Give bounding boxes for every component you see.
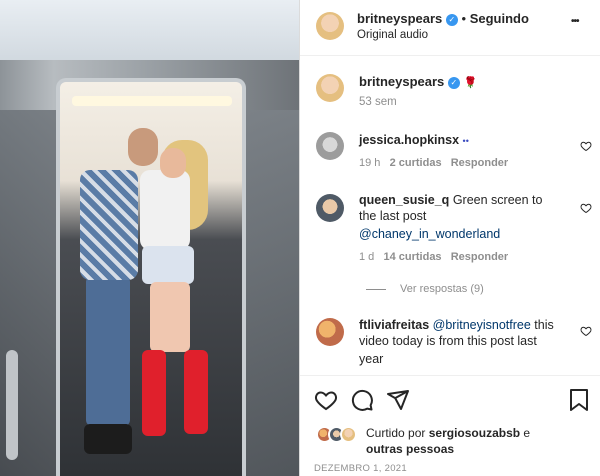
door-light — [72, 96, 232, 106]
post-sidebar: britneyspears ✓ • Seguindo Original audi… — [299, 0, 600, 476]
sky-background — [0, 0, 299, 66]
verified-icon: ✓ — [445, 13, 458, 26]
caption-avatar[interactable] — [316, 74, 344, 102]
reply-button[interactable]: Responder — [451, 157, 508, 169]
red-boot-right — [184, 350, 208, 434]
comment-avatar[interactable] — [316, 318, 344, 346]
comment-likes[interactable]: 2 curtidas — [390, 157, 442, 169]
comment-username[interactable]: ftliviafreitas — [359, 318, 429, 332]
likes-prefix: Curtido por — [366, 426, 426, 440]
comment-text: Green screen to — [452, 193, 543, 207]
rose-emoji: 🌹 — [463, 77, 478, 89]
post-header: britneyspears ✓ • Seguindo Original audi… — [300, 0, 600, 56]
header-username[interactable]: britneyspears — [357, 11, 442, 26]
liker-avatar[interactable] — [340, 426, 357, 443]
stair-rail — [6, 350, 18, 460]
like-comment-icon[interactable] — [580, 140, 592, 152]
comment-likes[interactable]: 14 curtidas — [383, 251, 441, 263]
separator-dot: • — [461, 11, 467, 26]
mention-link[interactable]: @britneyisnotfree — [433, 318, 531, 332]
comment-avatar[interactable] — [316, 194, 344, 222]
comment-text-line: year — [359, 352, 384, 366]
like-icon[interactable] — [314, 388, 338, 412]
caption-username[interactable]: britneyspears — [359, 74, 444, 89]
likes-middle: e — [523, 426, 531, 440]
man-shirt — [80, 170, 138, 280]
comment-username[interactable]: queen_susie_q — [359, 193, 449, 207]
comment-username[interactable]: jessica.hopkinsx — [359, 133, 459, 147]
share-icon[interactable] — [386, 388, 410, 412]
woman-top — [140, 170, 190, 250]
post-date: DEZEMBRO 1, 2021 — [314, 463, 407, 474]
mention-link[interactable]: @chaney_in_wonderland — [359, 227, 500, 241]
save-bookmark-icon[interactable] — [568, 388, 590, 412]
comment-text-line: video today is from this post last — [359, 334, 537, 348]
post-actions: Curtido por sergiosouzabsb e outras pess… — [300, 375, 600, 476]
woman-shorts — [142, 246, 194, 284]
reply-button[interactable]: Responder — [451, 251, 508, 263]
avatar[interactable] — [316, 12, 344, 40]
man-head — [128, 128, 158, 166]
man-jeans — [86, 276, 130, 426]
comment-icon[interactable] — [350, 388, 374, 412]
more-options-icon[interactable]: ••• — [571, 16, 579, 27]
other-likers-link[interactable]: outras pessoas — [366, 442, 454, 456]
audio-label[interactable]: Original audio — [357, 29, 428, 41]
follow-status-button[interactable]: Seguindo — [470, 11, 529, 26]
reflection-right — [240, 110, 299, 476]
woman-legs — [150, 282, 190, 352]
verified-icon: ✓ — [447, 76, 460, 89]
view-replies-button[interactable]: Ver respostas (9) — [400, 283, 484, 295]
comment-age: 1 d — [359, 251, 375, 263]
liker-username[interactable]: sergiosouzabsb — [429, 426, 520, 440]
comment-text-line: the last post — [359, 209, 427, 223]
post-media[interactable] — [0, 0, 299, 476]
like-comment-icon[interactable] — [580, 325, 592, 337]
caption-age: 53 sem — [359, 96, 397, 108]
like-comment-icon[interactable] — [580, 202, 592, 214]
comment-age: 19 h — [359, 157, 381, 169]
replies-divider — [366, 289, 386, 290]
red-boot-left — [142, 350, 166, 436]
man-shoes — [84, 424, 132, 454]
woman-face — [160, 148, 186, 178]
comment-text: •• — [462, 136, 469, 146]
comment-text: this — [534, 318, 554, 332]
comment-avatar[interactable] — [316, 132, 344, 160]
